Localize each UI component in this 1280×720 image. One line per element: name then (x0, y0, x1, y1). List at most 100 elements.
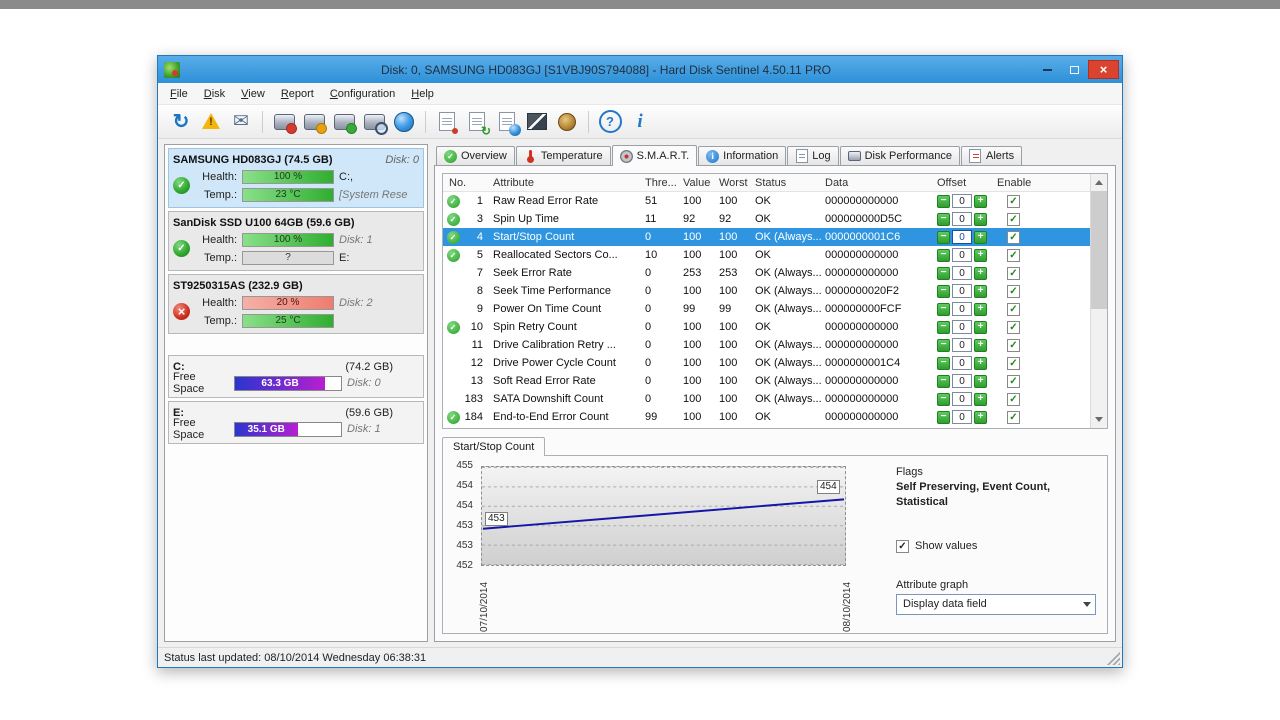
menu-item[interactable]: Disk (196, 84, 233, 104)
smart-attribute-row[interactable]: 184 End-to-End Error Count 99 100 100 OK… (443, 408, 1090, 426)
offset-value[interactable]: 0 (952, 230, 972, 244)
menu-item[interactable]: Help (403, 84, 442, 104)
smart-attribute-row[interactable]: 183 SATA Downshift Count 0 100 100 OK (A… (443, 390, 1090, 408)
tab-information[interactable]: Information (698, 146, 786, 165)
toolbar-disk-eject-icon[interactable] (270, 108, 298, 136)
offset-increase-button[interactable] (974, 339, 987, 352)
offset-value[interactable]: 0 (952, 356, 972, 370)
disk-card[interactable]: SanDisk SSD U100 64GB (59.6 GB) Health: … (168, 211, 424, 271)
toolbar-signature-icon[interactable] (523, 108, 551, 136)
offset-increase-button[interactable] (974, 285, 987, 298)
scroll-up-button[interactable] (1091, 174, 1107, 191)
offset-decrease-button[interactable] (937, 303, 950, 316)
offset-increase-button[interactable] (974, 393, 987, 406)
enable-checkbox[interactable] (1007, 375, 1020, 388)
tab-smart[interactable]: S.M.A.R.T. (612, 145, 698, 166)
offset-value[interactable]: 0 (952, 248, 972, 262)
smart-attribute-row[interactable]: 13 Soft Read Error Rate 0 100 100 OK (Al… (443, 372, 1090, 390)
smart-attribute-row[interactable]: 5 Reallocated Sectors Co... 10 100 100 O… (443, 246, 1090, 264)
enable-checkbox[interactable] (1007, 357, 1020, 370)
offset-value[interactable]: 0 (952, 266, 972, 280)
offset-increase-button[interactable] (974, 321, 987, 334)
offset-value[interactable]: 0 (952, 392, 972, 406)
enable-checkbox[interactable] (1007, 231, 1020, 244)
toolbar-refresh-icon[interactable] (167, 108, 195, 136)
smart-attribute-row[interactable]: 1 Raw Read Error Rate 51 100 100 OK 0000… (443, 192, 1090, 210)
offset-value[interactable]: 0 (952, 338, 972, 352)
offset-value[interactable]: 0 (952, 194, 972, 208)
toolbar-report-refresh-icon[interactable] (463, 108, 491, 136)
offset-decrease-button[interactable] (937, 375, 950, 388)
enable-checkbox[interactable] (1007, 411, 1020, 424)
close-button[interactable] (1088, 60, 1119, 79)
toolbar-disk-test-icon[interactable] (330, 108, 358, 136)
tab-temperature[interactable]: Temperature (516, 146, 611, 165)
toolbar-disk-power-icon[interactable] (300, 108, 328, 136)
offset-decrease-button[interactable] (937, 357, 950, 370)
offset-decrease-button[interactable] (937, 195, 950, 208)
partition-card[interactable]: E: (59.6 GB) Free Space 35.1 GB Disk: 1 (168, 401, 424, 444)
offset-value[interactable]: 0 (952, 374, 972, 388)
smart-attribute-row[interactable]: 3 Spin Up Time 11 92 92 OK 000000000D5C (443, 210, 1090, 228)
offset-increase-button[interactable] (974, 195, 987, 208)
enable-checkbox[interactable] (1007, 213, 1020, 226)
toolbar-report-icon[interactable] (433, 108, 461, 136)
enable-checkbox[interactable] (1007, 339, 1020, 352)
offset-decrease-button[interactable] (937, 231, 950, 244)
disk-card[interactable]: SAMSUNG HD083GJ (74.5 GB) Disk: 0 Health… (168, 148, 424, 208)
toolbar-info-icon[interactable] (626, 108, 654, 136)
table-scrollbar[interactable] (1090, 174, 1107, 428)
offset-decrease-button[interactable] (937, 411, 950, 424)
offset-value[interactable]: 0 (952, 410, 972, 424)
offset-increase-button[interactable] (974, 357, 987, 370)
offset-decrease-button[interactable] (937, 249, 950, 262)
minimize-button[interactable] (1034, 60, 1061, 79)
toolbar-disk-search-icon[interactable] (360, 108, 388, 136)
offset-decrease-button[interactable] (937, 285, 950, 298)
offset-increase-button[interactable] (974, 375, 987, 388)
maximize-button[interactable] (1061, 60, 1088, 79)
enable-checkbox[interactable] (1007, 195, 1020, 208)
offset-increase-button[interactable] (974, 411, 987, 424)
smart-attribute-row[interactable]: 11 Drive Calibration Retry ... 0 100 100… (443, 336, 1090, 354)
menu-item[interactable]: View (233, 84, 273, 104)
offset-increase-button[interactable] (974, 231, 987, 244)
toolbar-email-icon[interactable] (227, 108, 255, 136)
title-bar[interactable]: Disk: 0, SAMSUNG HD083GJ [S1VBJ90S794088… (158, 56, 1122, 83)
offset-increase-button[interactable] (974, 249, 987, 262)
disk-card[interactable]: ST9250315AS (232.9 GB) Health: 20 % Disk… (168, 274, 424, 334)
enable-checkbox[interactable] (1007, 393, 1020, 406)
menu-item[interactable]: Configuration (322, 84, 403, 104)
smart-attribute-row[interactable]: 4 Start/Stop Count 0 100 100 OK (Always.… (443, 228, 1090, 246)
offset-value[interactable]: 0 (952, 320, 972, 334)
offset-value[interactable]: 0 (952, 284, 972, 298)
toolbar-help-icon[interactable] (596, 108, 624, 136)
toolbar-web-report-icon[interactable] (493, 108, 521, 136)
offset-increase-button[interactable] (974, 213, 987, 226)
smart-attribute-row[interactable]: 8 Seek Time Performance 0 100 100 OK (Al… (443, 282, 1090, 300)
tab-log[interactable]: Log (787, 146, 838, 165)
toolbar-seal-icon[interactable] (553, 108, 581, 136)
offset-increase-button[interactable] (974, 303, 987, 316)
subtab-start-stop-count[interactable]: Start/Stop Count (442, 437, 545, 456)
offset-increase-button[interactable] (974, 267, 987, 280)
menu-item[interactable]: Report (273, 84, 322, 104)
enable-checkbox[interactable] (1007, 267, 1020, 280)
enable-checkbox[interactable] (1007, 249, 1020, 262)
offset-decrease-button[interactable] (937, 393, 950, 406)
menu-item[interactable]: File (162, 84, 196, 104)
tab-overview[interactable]: Overview (436, 146, 515, 165)
scroll-down-button[interactable] (1091, 411, 1107, 428)
enable-checkbox[interactable] (1007, 321, 1020, 334)
partition-card[interactable]: C: (74.2 GB) Free Space 63.3 GB Disk: 0 (168, 355, 424, 398)
scrollbar-thumb[interactable] (1091, 191, 1107, 309)
offset-decrease-button[interactable] (937, 321, 950, 334)
offset-decrease-button[interactable] (937, 267, 950, 280)
enable-checkbox[interactable] (1007, 303, 1020, 316)
offset-decrease-button[interactable] (937, 339, 950, 352)
offset-decrease-button[interactable] (937, 213, 950, 226)
enable-checkbox[interactable] (1007, 285, 1020, 298)
offset-value[interactable]: 0 (952, 302, 972, 316)
toolbar-alert-icon[interactable] (197, 108, 225, 136)
attribute-graph-select[interactable]: Display data field (896, 594, 1096, 615)
